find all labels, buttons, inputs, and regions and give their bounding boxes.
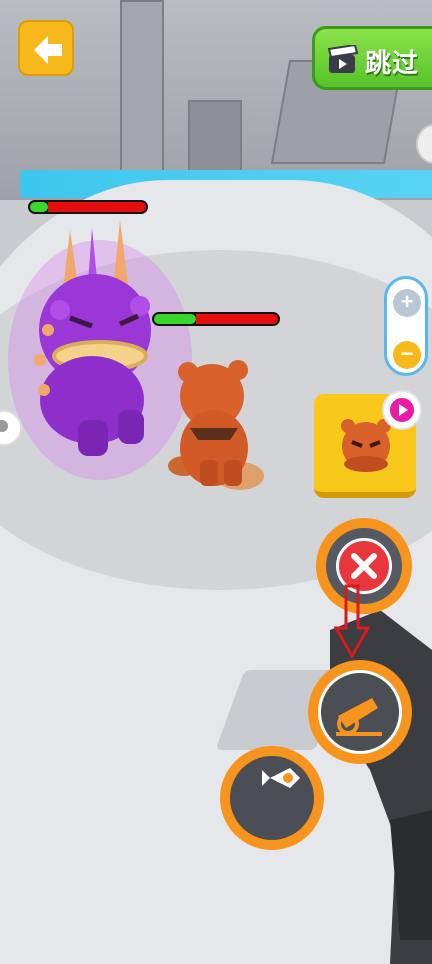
player-health-bar bbox=[152, 312, 280, 326]
zoom-out-button[interactable]: − bbox=[393, 341, 421, 369]
back-button[interactable] bbox=[18, 20, 74, 76]
zoom-in-button[interactable]: + bbox=[393, 289, 421, 317]
arrow-left-icon bbox=[34, 36, 62, 64]
zoom-control: + − bbox=[384, 276, 428, 376]
fish-icon bbox=[262, 768, 300, 788]
clapperboard-icon bbox=[327, 45, 359, 73]
game-scene: 跳过 + − bbox=[0, 0, 432, 964]
play-icon bbox=[390, 398, 414, 422]
play-button[interactable] bbox=[382, 390, 422, 430]
down-arrow-icon bbox=[334, 584, 370, 660]
skip-label: 跳过 bbox=[365, 48, 420, 78]
player-monster[interactable] bbox=[160, 356, 270, 496]
minus-icon: − bbox=[400, 341, 414, 366]
plus-icon: + bbox=[400, 289, 414, 314]
secondary-ability-button[interactable] bbox=[220, 746, 324, 850]
rock-pillar bbox=[120, 0, 164, 174]
close-icon bbox=[351, 553, 377, 579]
enemy-health-bar bbox=[28, 200, 148, 214]
cannon-button[interactable] bbox=[308, 660, 412, 764]
cannon-icon bbox=[336, 698, 382, 736]
skip-button[interactable]: 跳过 bbox=[312, 26, 432, 90]
